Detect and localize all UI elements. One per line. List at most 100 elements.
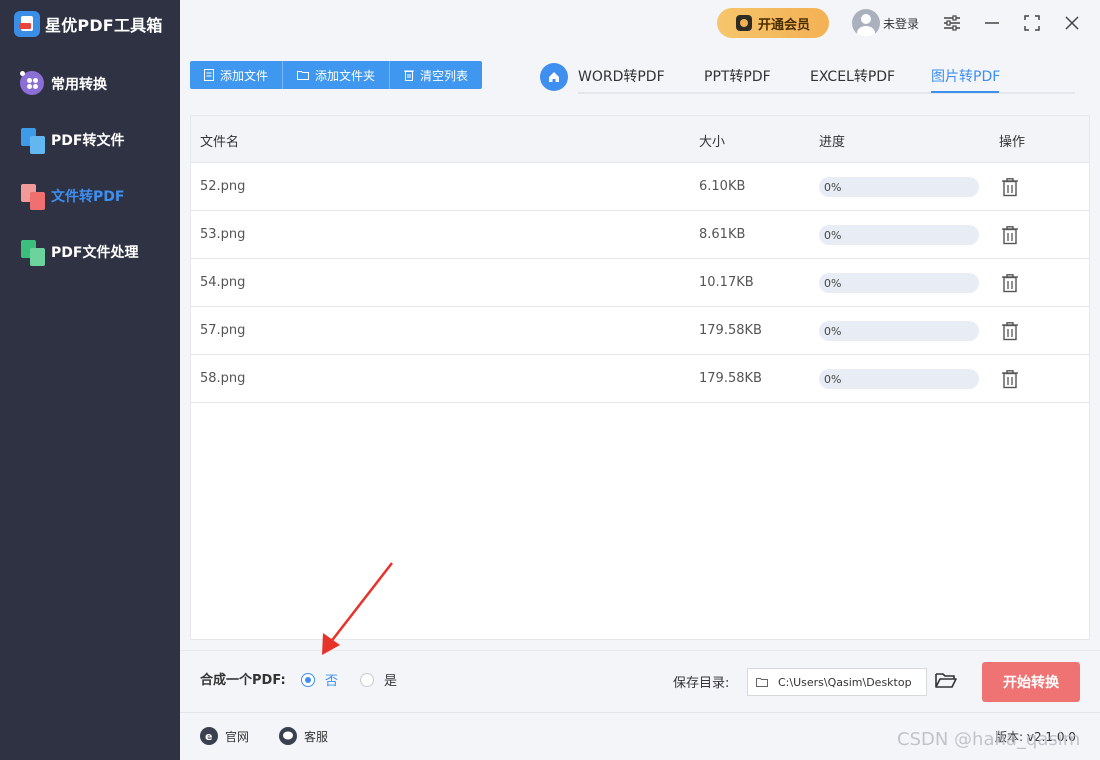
sidebar-item-common-convert[interactable]: 常用转换 <box>0 66 180 102</box>
app-brand: 星优PDF工具箱 <box>14 10 163 38</box>
clear-list-button[interactable]: 清空列表 <box>390 61 482 89</box>
pdf-to-file-icon <box>20 127 46 154</box>
delete-row-button[interactable] <box>1001 225 1019 245</box>
tab-word-to-pdf[interactable]: WORD转PDF <box>578 66 665 86</box>
vip-button[interactable]: 开通会员 <box>717 8 829 38</box>
ie-icon: e <box>200 727 218 745</box>
add-file-button[interactable]: 添加文件 <box>190 61 284 89</box>
maximize-icon <box>1024 15 1040 31</box>
sidebar: 星优PDF工具箱 常用转换 PDF转文件 文件转PDF PDF文件处理 <box>0 0 180 760</box>
delete-row-button[interactable] <box>1001 177 1019 197</box>
file-name: 57.png <box>200 323 246 338</box>
sidebar-item-label: PDF转文件 <box>51 133 125 149</box>
tab-excel-to-pdf[interactable]: EXCEL转PDF <box>810 66 895 86</box>
grid-icon <box>20 71 46 97</box>
settings-button[interactable] <box>941 12 963 34</box>
file-toolbar: 添加文件 添加文件夹 清空列表 <box>190 61 483 89</box>
merge-yes-label: 是 <box>384 674 398 689</box>
file-to-pdf-icon <box>20 183 46 210</box>
user-login[interactable]: 未登录 <box>852 9 919 37</box>
save-path-value: C:\Users\Qasim\Desktop <box>778 675 912 689</box>
close-button[interactable] <box>1061 12 1083 34</box>
start-convert-button[interactable]: 开始转换 <box>982 662 1080 702</box>
tab-image-to-pdf[interactable]: 图片转PDF <box>931 66 1000 86</box>
progress-text: 0% <box>824 181 842 194</box>
progress-bar: 0% <box>819 225 979 245</box>
add-file-label: 添加文件 <box>220 68 269 83</box>
website-label: 官网 <box>225 729 250 744</box>
file-name: 54.png <box>200 275 246 290</box>
trash-icon <box>404 70 415 81</box>
file-size: 6.10KB <box>699 179 746 194</box>
conversion-tabs: WORD转PDF PPT转PDF EXCEL转PDF 图片转PDF <box>578 60 1075 94</box>
progress-bar: 0% <box>819 273 979 293</box>
progress-bar: 0% <box>819 369 979 389</box>
progress-text: 0% <box>824 325 842 338</box>
file-size: 10.17KB <box>699 275 754 290</box>
radio-indicator <box>360 672 374 687</box>
website-link[interactable]: e 官网 <box>200 727 249 745</box>
progress-text: 0% <box>824 229 842 242</box>
progress-text: 0% <box>824 373 842 386</box>
radio-indicator <box>301 672 315 687</box>
save-path-field[interactable]: C:\Users\Qasim\Desktop <box>747 668 927 696</box>
save-directory-label: 保存目录: <box>673 676 730 691</box>
file-name: 58.png <box>200 371 246 386</box>
file-size: 179.58KB <box>699 323 762 338</box>
merge-yes-radio[interactable]: 是 <box>360 670 397 689</box>
active-tab-indicator <box>931 91 999 93</box>
table-row: 58.png 179.58KB 0% <box>191 355 1089 403</box>
add-folder-label: 添加文件夹 <box>315 68 376 83</box>
table-row: 53.png 8.61KB 0% <box>191 211 1089 259</box>
sidebar-item-label: PDF文件处理 <box>51 245 139 261</box>
file-size: 179.58KB <box>699 371 762 386</box>
output-options: 合成一个PDF: 否 是 保存目录: C:\Users\Qasim\Deskto… <box>180 650 1100 712</box>
home-icon <box>549 72 559 82</box>
delete-row-button[interactable] <box>1001 273 1019 293</box>
table-row: 52.png 6.10KB 0% <box>191 163 1089 211</box>
minimize-button[interactable] <box>981 12 1003 34</box>
progress-text: 0% <box>824 277 842 290</box>
table-row: 57.png 179.58KB 0% <box>191 307 1089 355</box>
app-logo-icon <box>14 11 40 37</box>
crown-icon <box>735 15 752 31</box>
add-folder-button[interactable]: 添加文件夹 <box>283 61 391 89</box>
close-icon <box>1065 16 1079 30</box>
progress-bar: 0% <box>819 321 979 341</box>
vip-label: 开通会员 <box>757 17 810 33</box>
support-link[interactable]: 客服 <box>279 727 328 745</box>
file-table: 文件名 大小 进度 操作 52.png 6.10KB 0% 53.png 8.61KB 0… <box>190 115 1090 640</box>
delete-row-button[interactable] <box>1001 321 1019 341</box>
file-icon <box>204 69 214 81</box>
tab-ppt-to-pdf[interactable]: PPT转PDF <box>704 66 771 86</box>
clear-list-label: 清空列表 <box>420 68 469 83</box>
table-row: 54.png 10.17KB 0% <box>191 259 1089 307</box>
merge-no-radio[interactable]: 否 <box>301 670 338 689</box>
sidebar-item-pdf-to-file[interactable]: PDF转文件 <box>0 122 180 158</box>
column-header-progress: 进度 <box>819 135 846 150</box>
delete-row-button[interactable] <box>1001 369 1019 389</box>
merge-no-label: 否 <box>325 674 339 689</box>
sliders-icon <box>944 15 960 31</box>
column-header-actions: 操作 <box>999 135 1026 150</box>
sidebar-item-label: 文件转PDF <box>51 189 125 205</box>
folder-icon <box>297 71 310 80</box>
sidebar-item-label: 常用转换 <box>51 77 107 93</box>
column-header-name: 文件名 <box>200 135 240 150</box>
maximize-button[interactable] <box>1021 12 1043 34</box>
sidebar-item-pdf-process[interactable]: PDF文件处理 <box>0 234 180 270</box>
pdf-process-icon <box>20 239 46 266</box>
table-header: 文件名 大小 进度 操作 <box>191 116 1089 163</box>
svg-text:e: e <box>205 730 212 743</box>
file-name: 52.png <box>200 179 246 194</box>
folder-outline-icon <box>756 678 768 687</box>
file-name: 53.png <box>200 227 246 242</box>
browse-folder-button[interactable] <box>935 671 959 693</box>
app-title: 星优PDF工具箱 <box>45 16 163 35</box>
merge-pdf-label: 合成一个PDF: <box>200 673 286 688</box>
sidebar-item-file-to-pdf[interactable]: 文件转PDF <box>0 178 180 214</box>
column-header-size: 大小 <box>699 135 726 150</box>
chat-icon <box>279 727 297 745</box>
home-button[interactable] <box>540 63 568 91</box>
avatar <box>852 9 880 37</box>
